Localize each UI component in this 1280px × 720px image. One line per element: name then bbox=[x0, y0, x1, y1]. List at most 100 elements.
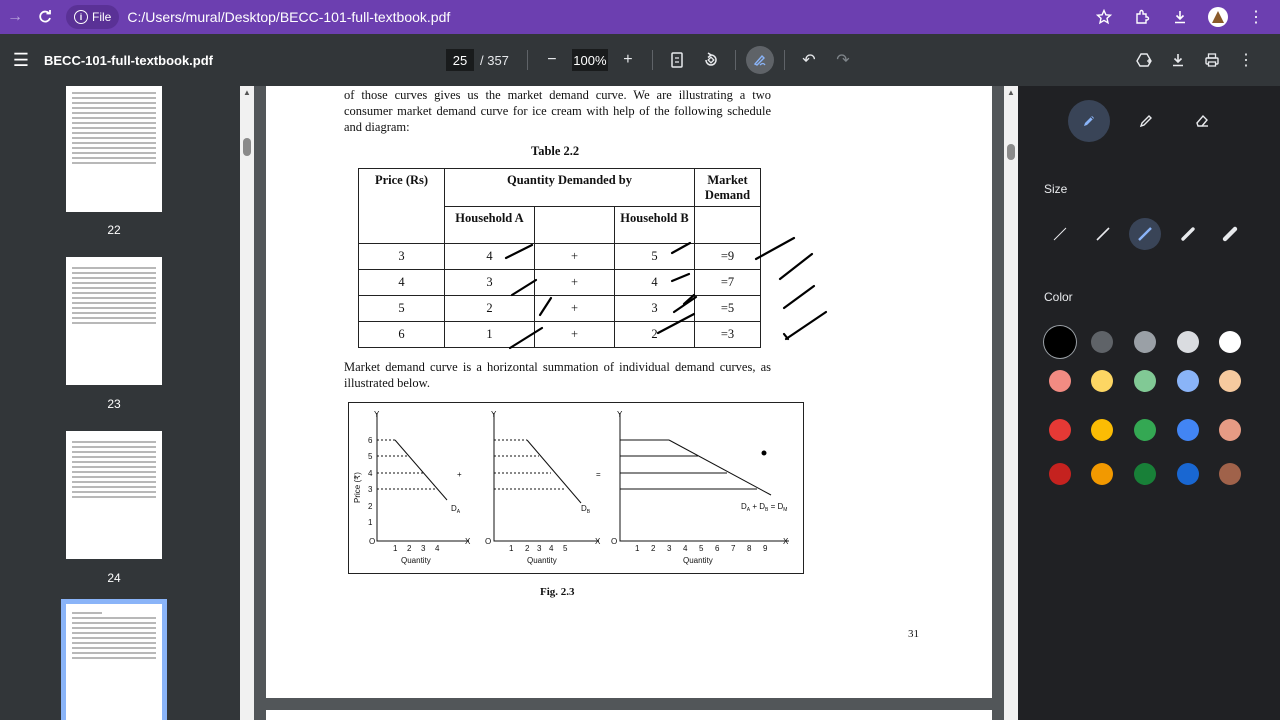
x-tick-a: 2 bbox=[407, 544, 412, 553]
scroll-up-icon[interactable]: ▲ bbox=[243, 88, 251, 97]
color-swatch[interactable] bbox=[1177, 331, 1199, 353]
thumb-text-line bbox=[72, 157, 156, 159]
toolbar-divider bbox=[651, 50, 653, 70]
table-row: 4 3 + 4 =7 bbox=[358, 269, 761, 296]
cell-market: =5 bbox=[694, 295, 761, 322]
ink-stroke bbox=[782, 284, 816, 310]
color-swatch[interactable] bbox=[1219, 419, 1241, 441]
forward-icon[interactable]: → bbox=[0, 2, 30, 32]
x-tick-b: 1 bbox=[509, 544, 514, 553]
thumb-text-line bbox=[72, 282, 156, 284]
eraser-tool-button[interactable] bbox=[1181, 100, 1223, 142]
thumb-text-line bbox=[72, 307, 156, 309]
pdf-download-button[interactable] bbox=[1164, 46, 1192, 74]
color-swatch[interactable] bbox=[1134, 331, 1156, 353]
color-swatch[interactable] bbox=[1091, 463, 1113, 485]
y-tick: 2 bbox=[368, 502, 373, 511]
color-swatch[interactable] bbox=[1177, 463, 1199, 485]
thumb-text-line bbox=[72, 117, 156, 119]
color-swatch[interactable] bbox=[1049, 419, 1071, 441]
thumb-text-line bbox=[72, 481, 156, 483]
reload-icon[interactable] bbox=[30, 2, 60, 32]
color-swatch[interactable] bbox=[1219, 370, 1241, 392]
print-button[interactable] bbox=[1198, 46, 1226, 74]
bookmark-star-icon[interactable] bbox=[1088, 2, 1120, 32]
drive-icon bbox=[1136, 53, 1152, 67]
color-swatch[interactable] bbox=[1049, 463, 1071, 485]
site-info-chip[interactable]: i File bbox=[66, 5, 120, 29]
zoom-out-button[interactable]: − bbox=[538, 46, 566, 74]
axes-m bbox=[619, 413, 789, 542]
cell-price: 6 bbox=[358, 321, 445, 348]
thumbnail-page-current[interactable] bbox=[61, 599, 167, 720]
pdf-page: of those curves gives us the market dema… bbox=[266, 86, 992, 698]
x-tick-a: 3 bbox=[421, 544, 426, 553]
thumbnail-page[interactable] bbox=[66, 86, 162, 212]
cell-household-b: 5 bbox=[614, 243, 695, 270]
x-tick-m: 9 bbox=[763, 544, 768, 553]
document-viewport[interactable]: of those curves gives us the market dema… bbox=[254, 86, 1004, 720]
thumb-text-line bbox=[72, 451, 156, 453]
cell-price: 5 bbox=[358, 295, 445, 322]
highlighter-tool-button[interactable] bbox=[1125, 100, 1167, 142]
y-tick: 4 bbox=[368, 469, 373, 478]
color-swatch[interactable] bbox=[1134, 419, 1156, 441]
zoom-in-button[interactable]: + bbox=[614, 46, 642, 74]
thumbnail-scrollbar[interactable]: ▲ bbox=[240, 86, 254, 720]
thumb-text-line bbox=[72, 292, 156, 294]
page-number-input[interactable]: 25 bbox=[446, 49, 474, 71]
x-tick-m: 8 bbox=[747, 544, 752, 553]
size-option-5[interactable] bbox=[1214, 218, 1246, 250]
thumb-text-line bbox=[72, 647, 156, 649]
color-swatch[interactable] bbox=[1219, 463, 1241, 485]
pen-tool-button[interactable] bbox=[1068, 100, 1110, 142]
color-swatch[interactable] bbox=[1177, 370, 1199, 392]
color-swatch[interactable] bbox=[1049, 370, 1071, 392]
scroll-handle[interactable] bbox=[1007, 144, 1015, 160]
fit-page-button[interactable] bbox=[663, 46, 691, 74]
avatar bbox=[1208, 7, 1228, 27]
zoom-level-input[interactable]: 100% bbox=[571, 49, 608, 71]
color-swatch[interactable] bbox=[1134, 370, 1156, 392]
color-swatch[interactable] bbox=[1091, 370, 1113, 392]
toolbar-divider bbox=[783, 50, 785, 70]
color-swatch[interactable] bbox=[1219, 331, 1241, 353]
profile-avatar[interactable] bbox=[1202, 2, 1234, 32]
extensions-icon[interactable] bbox=[1126, 2, 1158, 32]
color-swatch[interactable] bbox=[1134, 463, 1156, 485]
x-tick-a: 1 bbox=[393, 544, 398, 553]
rotate-button[interactable] bbox=[697, 46, 725, 74]
document-scrollbar[interactable]: ▲ bbox=[1004, 86, 1018, 720]
more-options-icon[interactable]: ⋮ bbox=[1232, 46, 1260, 74]
color-swatch[interactable] bbox=[1091, 419, 1113, 441]
download-icon[interactable] bbox=[1164, 2, 1196, 32]
intro-paragraph: of those curves gives us the market dema… bbox=[344, 88, 771, 134]
redo-button[interactable]: ↷ bbox=[829, 46, 857, 74]
size-option-3[interactable] bbox=[1129, 218, 1161, 250]
url-text[interactable]: C:/Users/mural/Desktop/BECC-101-full-tex… bbox=[127, 9, 450, 25]
color-swatch[interactable] bbox=[1177, 419, 1199, 441]
header-price: Price (Rs) bbox=[358, 168, 445, 244]
thumbnail-page[interactable] bbox=[66, 431, 162, 559]
curve-label-da: DA bbox=[451, 504, 461, 515]
cell-household-b: 4 bbox=[614, 269, 695, 296]
scroll-up-icon[interactable]: ▲ bbox=[1007, 88, 1015, 97]
color-swatch[interactable] bbox=[1044, 326, 1076, 358]
save-to-drive-button[interactable] bbox=[1130, 46, 1158, 74]
browser-menu-icon[interactable]: ⋮ bbox=[1240, 2, 1272, 32]
undo-button[interactable]: ↶ bbox=[795, 46, 823, 74]
y-tick: 1 bbox=[368, 518, 373, 527]
color-swatch[interactable] bbox=[1091, 331, 1113, 353]
thumbnail-page[interactable] bbox=[66, 257, 162, 385]
curve-label-dm: DA + DB = DM bbox=[741, 502, 787, 513]
size-option-1[interactable] bbox=[1044, 218, 1076, 250]
size-option-4[interactable] bbox=[1172, 218, 1204, 250]
thumb-text-line bbox=[72, 122, 156, 124]
cell-plus: + bbox=[534, 321, 615, 348]
scroll-handle[interactable] bbox=[243, 138, 251, 156]
annotate-button[interactable] bbox=[745, 46, 774, 74]
omnibox[interactable]: i File C:/Users/mural/Desktop/BECC-101-f… bbox=[66, 3, 450, 31]
size-option-2[interactable] bbox=[1087, 218, 1119, 250]
file-chip-label: File bbox=[92, 10, 112, 24]
sidebar-menu-icon[interactable]: ☰ bbox=[6, 50, 36, 71]
